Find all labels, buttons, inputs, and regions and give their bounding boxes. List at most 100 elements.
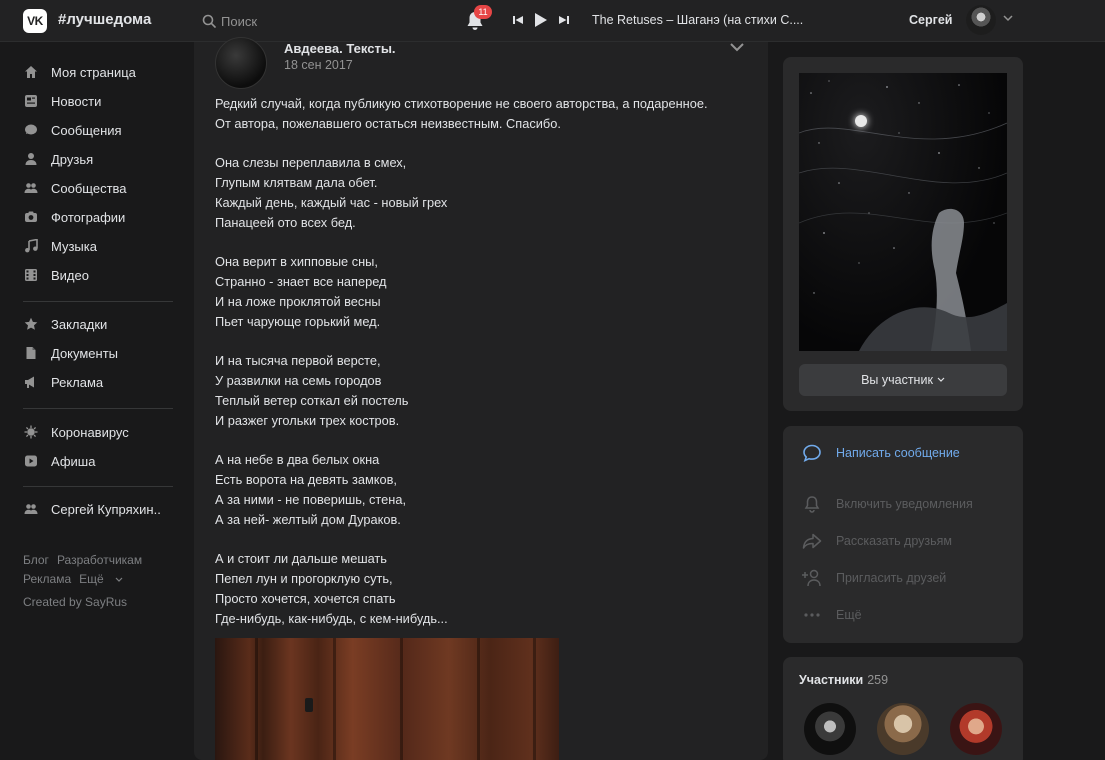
post-text: Редкий случай, когда публикую стихотворе…: [215, 96, 708, 626]
nav-item-afisha[interactable]: Афиша: [23, 450, 95, 472]
star-icon: [23, 316, 39, 332]
nav-item-coronavirus[interactable]: Коронавирус: [23, 421, 129, 443]
footer-ads-link[interactable]: Реклама: [23, 572, 71, 586]
left-navigation: Моя страница Новости Сообщения Друзья Со…: [0, 42, 190, 760]
send-message-label: Написать сообщение: [836, 446, 960, 460]
news-icon: [23, 93, 39, 109]
chevron-down-icon[interactable]: [1003, 14, 1013, 22]
chevron-down-icon: [115, 577, 123, 582]
post-photo[interactable]: [215, 638, 559, 760]
more-dots-icon: [801, 612, 823, 618]
virus-icon: [23, 424, 39, 440]
group-icon: [23, 501, 39, 517]
video-icon: [23, 267, 39, 283]
send-message-action[interactable]: Написать сообщение: [801, 443, 960, 463]
community-actions-card: Написать сообщение Включить уведомления …: [783, 426, 1023, 643]
nav-item-group-sergey[interactable]: Сергей Купряхин..: [23, 498, 161, 520]
play-icon[interactable]: [535, 13, 547, 27]
more-actions[interactable]: Ещё: [801, 605, 862, 625]
community-cover-card: Вы участник: [783, 57, 1023, 411]
post-author-name[interactable]: Авдеева. Тексты.: [284, 41, 396, 56]
nav-item-communities[interactable]: Сообщества: [23, 177, 127, 199]
track-title[interactable]: The Retuses – Шаганэ (на стихи С....: [592, 13, 803, 27]
nav-item-bookmarks[interactable]: Закладки: [23, 313, 107, 335]
nav-label: Реклама: [51, 374, 104, 390]
members-heading[interactable]: Участники 259: [799, 673, 888, 687]
friends-icon: [23, 151, 39, 167]
brand-title[interactable]: #лучшедома: [58, 11, 151, 28]
share-label: Рассказать друзьям: [836, 534, 953, 548]
nav-label: Сообщества: [51, 180, 127, 196]
photo-door-handle: [305, 698, 313, 712]
member-avatar[interactable]: [804, 703, 856, 755]
previous-track-icon[interactable]: [513, 15, 523, 25]
nav-item-ads[interactable]: Реклама: [23, 371, 103, 393]
nav-label: Новости: [51, 93, 102, 109]
members-count: 259: [867, 673, 889, 687]
photo-plank-line: [255, 638, 258, 760]
bell-outline-icon: [801, 495, 823, 513]
nav-label: Закладки: [51, 316, 108, 332]
nav-divider: [23, 486, 173, 487]
user-name[interactable]: Сергей: [909, 13, 952, 27]
nav-item-photos[interactable]: Фотографии: [23, 206, 125, 228]
message-bubble-icon: [801, 443, 823, 463]
search-icon: [202, 14, 216, 28]
member-status-button[interactable]: Вы участник: [799, 364, 1007, 396]
nav-label: Сергей Купряхин..: [51, 501, 161, 517]
nav-label: Фотографии: [51, 209, 126, 225]
user-avatar[interactable]: [966, 5, 996, 35]
post-date[interactable]: 18 сен 2017: [284, 58, 353, 72]
nav-item-music[interactable]: Музыка: [23, 235, 97, 257]
megaphone-icon: [23, 374, 39, 390]
nav-label: Афиша: [51, 453, 96, 469]
music-icon: [23, 238, 39, 254]
messages-icon: [23, 122, 39, 138]
moon-shape: [855, 115, 867, 127]
community-cover-image[interactable]: [799, 73, 1007, 351]
member-avatar[interactable]: [877, 703, 929, 755]
starry-sky-illustration: [799, 80, 1007, 351]
add-user-icon: [801, 569, 823, 587]
nav-label: Сообщения: [51, 122, 122, 138]
nav-item-news[interactable]: Новости: [23, 90, 101, 112]
enable-notifications-label: Включить уведомления: [836, 497, 973, 511]
audio-player: [513, 13, 569, 27]
afisha-icon: [23, 453, 39, 469]
nav-label: Моя страница: [51, 64, 136, 80]
member-avatar[interactable]: [950, 703, 1002, 755]
share-arrow-icon: [801, 533, 823, 549]
top-bar: VK #лучшедома Поиск 11 The Retuses – Шаг…: [0, 0, 1105, 42]
camera-icon: [23, 209, 39, 225]
post-author-avatar[interactable]: [215, 37, 267, 89]
search-input[interactable]: Поиск: [202, 12, 257, 30]
chevron-down-icon: [937, 377, 945, 382]
next-track-icon[interactable]: [559, 15, 569, 25]
footer-blog-link[interactable]: Блог: [23, 553, 49, 567]
photo-plank-line: [400, 638, 403, 760]
footer-more-link[interactable]: Ещё: [79, 572, 123, 586]
photo-plank-line: [333, 638, 336, 760]
nav-label: Документы: [51, 345, 119, 361]
footer-links-row1: Блог Разработчикам: [23, 553, 150, 567]
footer-links-row2: Реклама Ещё: [23, 572, 131, 586]
nav-item-video[interactable]: Видео: [23, 264, 89, 286]
chevron-down-icon[interactable]: [729, 42, 745, 52]
nav-item-documents[interactable]: Документы: [23, 342, 118, 364]
member-status-label: Вы участник: [861, 373, 933, 387]
nav-label: Друзья: [51, 151, 94, 167]
search-placeholder: Поиск: [221, 13, 258, 29]
share-action[interactable]: Рассказать друзьям: [801, 531, 952, 551]
enable-notifications-action[interactable]: Включить уведомления: [801, 494, 973, 514]
footer-credit: Created by SayRus: [23, 595, 128, 609]
vk-logo[interactable]: VK: [23, 9, 47, 33]
nav-divider: [23, 408, 173, 409]
footer-developers-link[interactable]: Разработчикам: [57, 553, 142, 567]
invite-friends-action[interactable]: Пригласить друзей: [801, 568, 946, 588]
nav-item-my-page[interactable]: Моя страница: [23, 61, 136, 83]
nav-item-friends[interactable]: Друзья: [23, 148, 93, 170]
photo-plank-line: [533, 638, 536, 760]
nav-label: Музыка: [51, 238, 97, 254]
nav-item-messages[interactable]: Сообщения: [23, 119, 122, 141]
home-icon: [23, 64, 39, 80]
